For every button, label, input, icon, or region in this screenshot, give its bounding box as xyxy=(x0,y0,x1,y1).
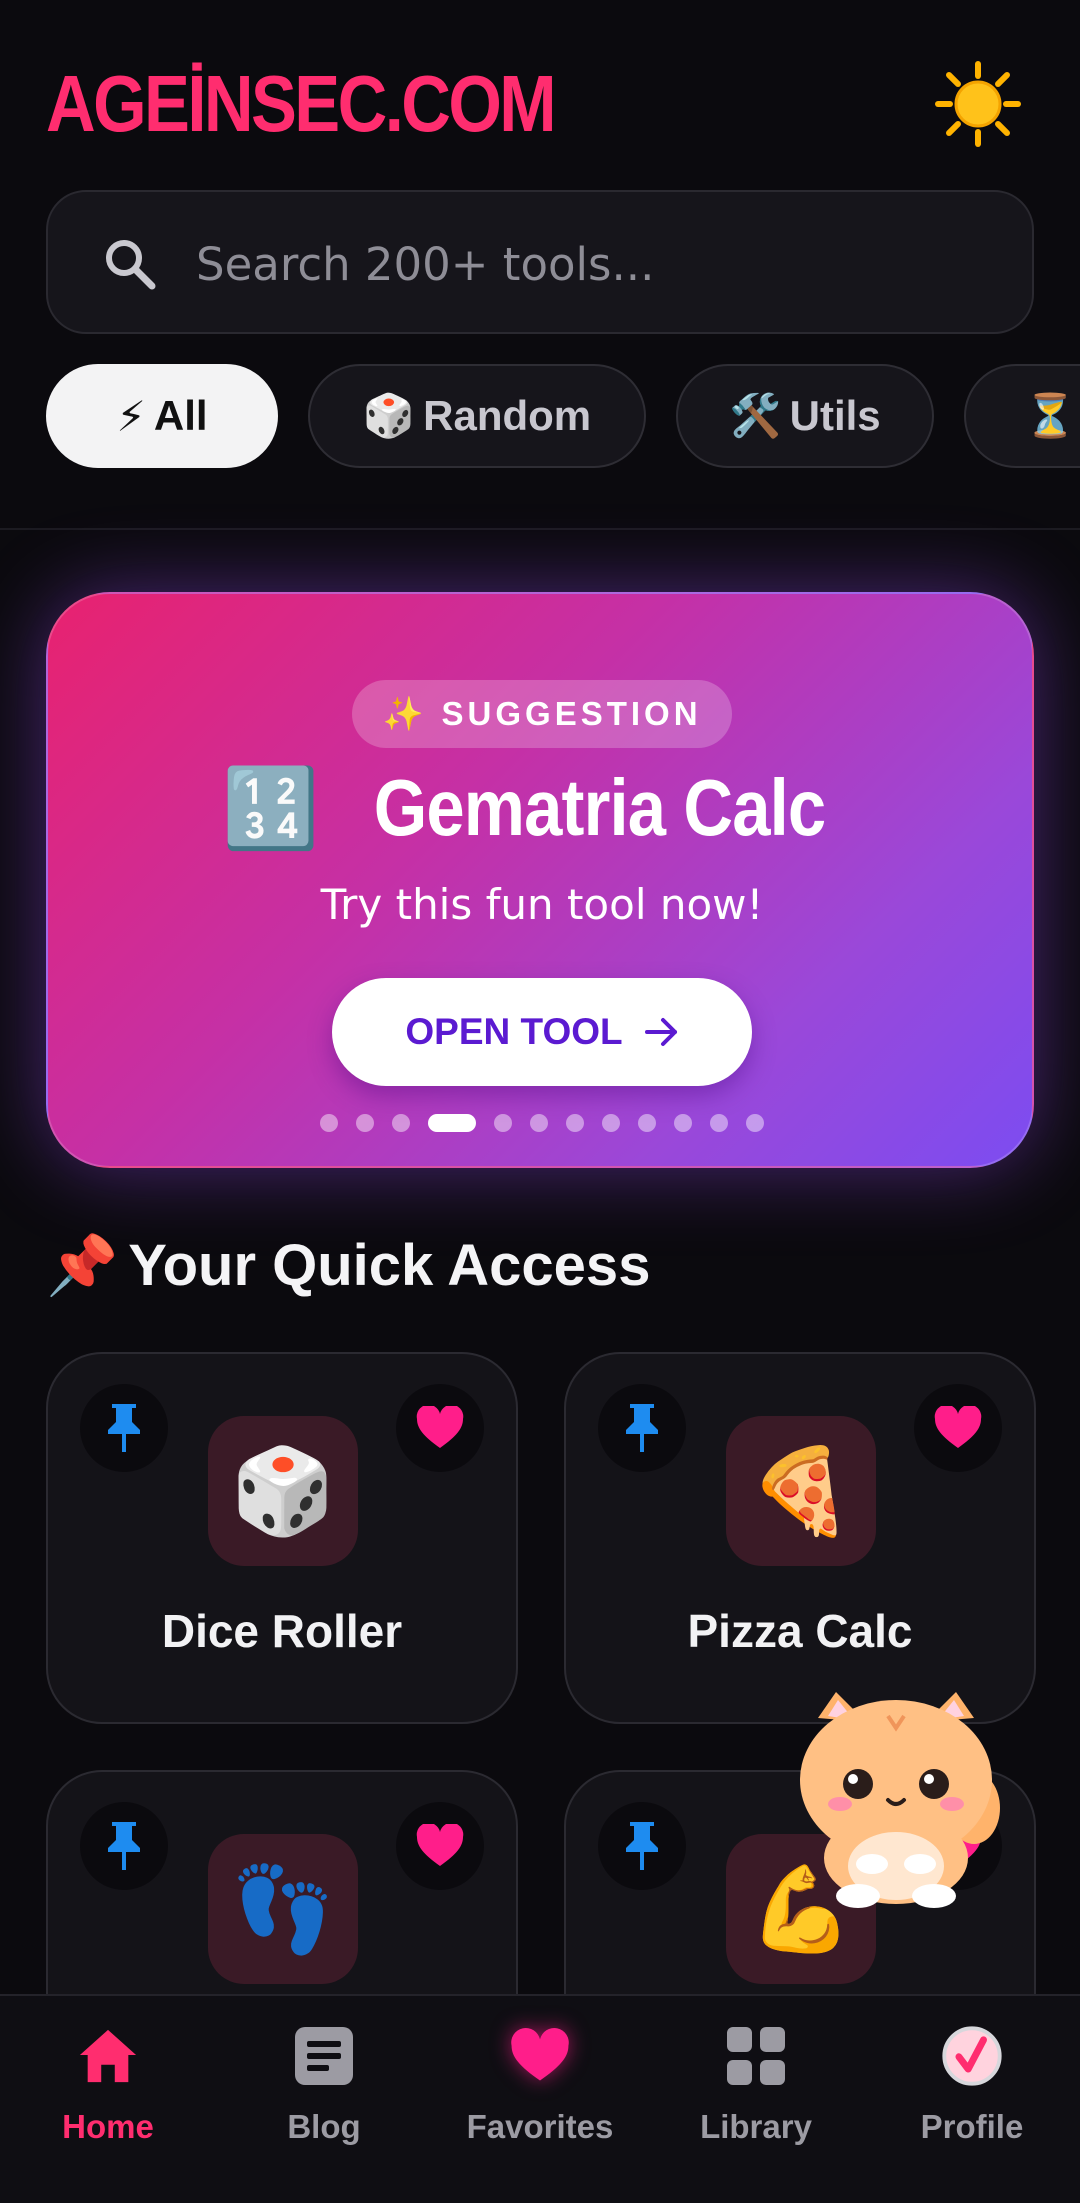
pin-button[interactable] xyxy=(80,1384,168,1472)
chip-label: Utils xyxy=(789,392,881,439)
chip-random[interactable]: 🎲 Random xyxy=(308,364,646,468)
chip-time[interactable]: ⏳ xyxy=(964,364,1080,468)
nav-label: Library xyxy=(700,2108,812,2145)
sun-icon xyxy=(935,61,1021,147)
arrow-right-icon xyxy=(644,1018,677,1046)
pizza-icon: 🍕 xyxy=(726,1416,876,1566)
carousel-dot[interactable] xyxy=(710,1114,728,1132)
carousel-dot[interactable] xyxy=(356,1114,374,1132)
heart-icon xyxy=(416,1824,464,1866)
grid-icon xyxy=(727,2027,785,2085)
nav-label: Favorites xyxy=(466,2108,614,2145)
badge-label: SUGGESTION xyxy=(441,695,702,732)
nav-label: Home xyxy=(62,2108,154,2145)
search-bar[interactable] xyxy=(46,190,1034,334)
heart-icon xyxy=(934,1406,982,1448)
home-icon xyxy=(79,2029,137,2083)
pin-icon xyxy=(108,1822,140,1870)
carousel-dot[interactable] xyxy=(494,1114,512,1132)
tool-name: Pizza Calc xyxy=(687,1605,913,1657)
dice-icon: 🎲 xyxy=(362,391,416,439)
lightning-icon: ⚡ xyxy=(116,392,146,440)
carousel-dot[interactable] xyxy=(428,1114,476,1132)
quick-access-title-text: Your Quick Access xyxy=(128,1233,651,1298)
carousel-dot[interactable] xyxy=(674,1114,692,1132)
pin-button[interactable] xyxy=(598,1384,686,1472)
open-tool-button[interactable]: OPEN TOOL xyxy=(332,978,752,1086)
pin-button[interactable] xyxy=(80,1802,168,1890)
avatar xyxy=(942,2026,1002,2086)
tools-icon: 🛠️ xyxy=(729,391,782,439)
banner-title: 🔢 Gematria Calc xyxy=(48,762,1036,855)
hourglass-icon: ⏳ xyxy=(1024,391,1077,439)
theme-toggle-button[interactable] xyxy=(932,58,1024,150)
banner-title-text: Gematria Calc xyxy=(373,763,825,852)
carousel-dot[interactable] xyxy=(602,1114,620,1132)
tool-card-dice-roller[interactable]: 🎲 Dice Roller xyxy=(46,1352,518,1724)
carousel-dot[interactable] xyxy=(746,1114,764,1132)
pin-button[interactable] xyxy=(598,1802,686,1890)
carousel-dot[interactable] xyxy=(638,1114,656,1132)
tool-card-pizza-calc[interactable]: 🍕 Pizza Calc xyxy=(564,1352,1036,1724)
open-tool-label: OPEN TOOL xyxy=(405,1011,623,1052)
search-input[interactable] xyxy=(196,222,996,306)
pin-icon xyxy=(626,1822,658,1870)
category-chips: ⚡ All 🎲 Random 🛠️ Utils ⏳ xyxy=(46,364,1080,470)
favorite-button[interactable] xyxy=(396,1802,484,1890)
carousel-dots xyxy=(48,1114,1036,1132)
carousel-dot[interactable] xyxy=(392,1114,410,1132)
heart-icon xyxy=(511,2028,569,2081)
numbers-icon: 🔢 xyxy=(222,764,319,852)
search-icon xyxy=(106,240,156,290)
nav-home[interactable]: Home xyxy=(0,1996,216,2203)
nav-label: Blog xyxy=(287,2108,361,2145)
suggestion-badge: ✨ SUGGESTION xyxy=(352,680,732,748)
nav-blog[interactable]: Blog xyxy=(216,1996,432,2203)
nav-profile[interactable]: Profile xyxy=(864,1996,1080,2203)
carousel-dot[interactable] xyxy=(320,1114,338,1132)
cat-mascot[interactable] xyxy=(796,1688,1008,1910)
favorite-button[interactable] xyxy=(396,1384,484,1472)
heart-icon xyxy=(416,1406,464,1448)
banner-subtitle: Try this fun tool now! xyxy=(320,880,764,929)
site-logo[interactable]: AGEİNSEC.COM xyxy=(46,58,557,150)
sparkles-icon: ✨ xyxy=(382,694,428,732)
carousel-dot[interactable] xyxy=(566,1114,584,1132)
pushpin-icon: 📌 xyxy=(46,1233,119,1298)
chip-all[interactable]: ⚡ All xyxy=(46,364,278,468)
suggestion-banner[interactable]: ✨ SUGGESTION 🔢 Gematria Calc Try this fun… xyxy=(46,592,1034,1168)
chip-label: Random xyxy=(423,392,592,439)
carousel-dot[interactable] xyxy=(530,1114,548,1132)
chip-utils[interactable]: 🛠️ Utils xyxy=(676,364,934,468)
pin-icon xyxy=(108,1404,140,1452)
dice-icon: 🎲 xyxy=(208,1416,358,1566)
bottom-nav: Home Blog Favorites Library Profile xyxy=(0,1994,1080,2203)
header: AGEİNSEC.COM ⚡ All 🎲 Random 🛠️ xyxy=(0,0,1080,530)
article-icon xyxy=(295,2027,353,2085)
tool-name: Dice Roller xyxy=(161,1605,403,1657)
chip-label: All xyxy=(153,392,208,439)
quick-access-title: 📌 Your Quick Access xyxy=(46,1232,650,1300)
nav-favorites[interactable]: Favorites xyxy=(432,1996,648,2203)
footprints-icon: 👣 xyxy=(208,1834,358,1984)
nav-library[interactable]: Library xyxy=(648,1996,864,2203)
nav-label: Profile xyxy=(920,2108,1024,2145)
favorite-button[interactable] xyxy=(914,1384,1002,1472)
pin-icon xyxy=(626,1404,658,1452)
